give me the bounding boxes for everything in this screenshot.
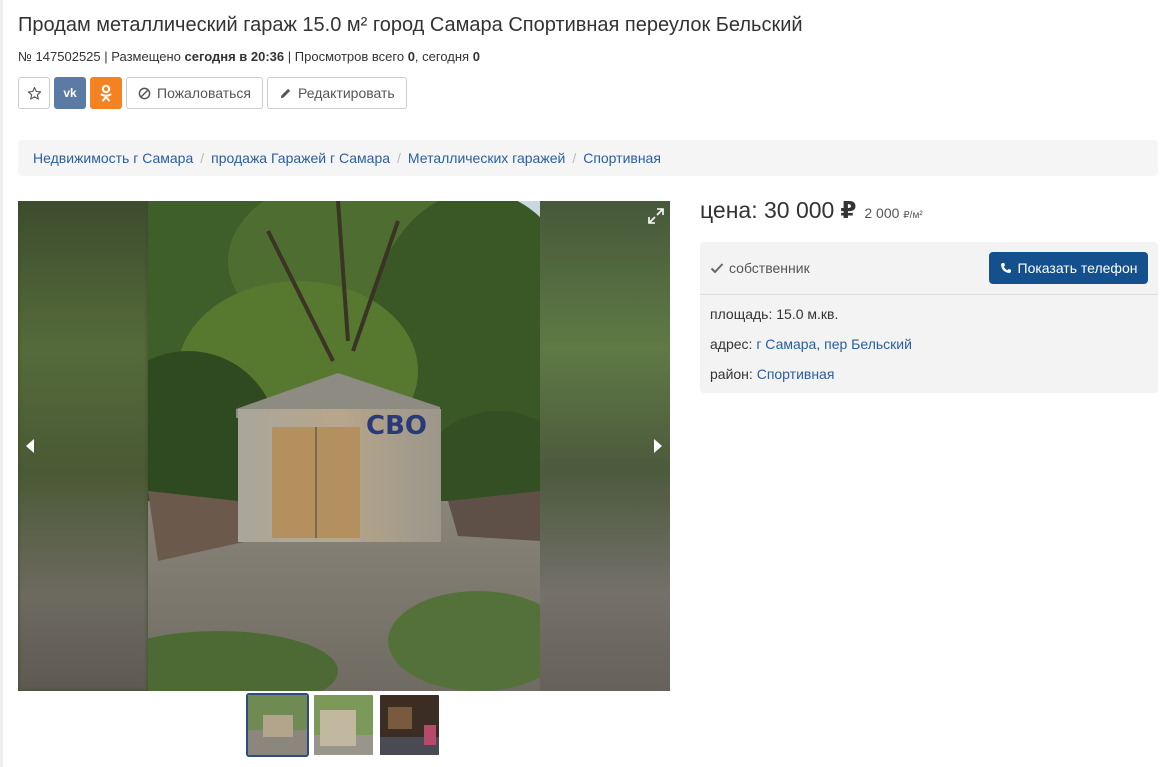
caret-left-icon	[26, 439, 34, 453]
seller-row: собственник Показать телефон	[700, 242, 1158, 295]
edit-label: Редактировать	[298, 85, 395, 101]
vk-share-button[interactable]: vk	[54, 77, 86, 109]
thumbnail-strip	[246, 693, 441, 757]
price-value: 30 000	[763, 197, 835, 223]
thumbnail-3[interactable]	[378, 693, 441, 757]
price-per-m2-value: 2 000	[864, 205, 900, 221]
vk-label: vk	[63, 86, 77, 100]
price-per-m2-unit: /м²	[909, 210, 923, 221]
ban-icon	[138, 87, 151, 99]
price-per-m2: 2 000 ₽/м²	[864, 205, 922, 221]
favorite-button[interactable]	[18, 77, 50, 109]
breadcrumb-item-district[interactable]: Спортивная	[583, 150, 661, 166]
page-title: Продам металлический гараж 15.0 м² город…	[18, 14, 803, 36]
photo-gallery[interactable]: СВО	[18, 201, 670, 691]
show-phone-button[interactable]: Показать телефон	[989, 252, 1148, 284]
address-row: адрес: г Самара, пер Бельский	[710, 335, 1148, 365]
views-label: Просмотров всего	[294, 49, 405, 64]
star-icon	[27, 86, 41, 100]
area-label: площадь:	[710, 306, 773, 322]
district-link[interactable]: Спортивная	[757, 366, 835, 382]
price-currency: ₽	[840, 197, 857, 223]
breadcrumb-item-garages-sale[interactable]: продажа Гаражей г Самара	[211, 150, 390, 166]
price-label: цена:	[700, 197, 758, 223]
thumbnail-photo	[248, 695, 307, 755]
property-list: площадь: 15.0 м.кв. адрес: г Самара, пер…	[700, 295, 1158, 395]
area-value: 15.0 м.кв.	[776, 306, 839, 322]
seller-type: собственник	[710, 260, 810, 276]
address-city-link[interactable]: г Самара	[756, 336, 816, 352]
breadcrumb-item-realty[interactable]: Недвижимость г Самара	[33, 150, 193, 166]
listing-actions: vk Пожаловаться Редактировать	[18, 77, 407, 109]
address-separator: ,	[816, 336, 825, 352]
area-row: площадь: 15.0 м.кв.	[710, 305, 1148, 335]
price-block: цена: 30 000 ₽ 2 000 ₽/м²	[700, 197, 923, 224]
details-card: собственник Показать телефон площадь: 15…	[700, 242, 1158, 393]
breadcrumb-separator: /	[572, 150, 577, 166]
breadcrumb-separator: /	[200, 150, 205, 166]
pencil-icon	[280, 88, 291, 98]
complain-button[interactable]: Пожаловаться	[126, 77, 264, 109]
fullscreen-button[interactable]	[648, 208, 664, 224]
graffiti-text: СВО	[366, 411, 427, 441]
gallery-prev-button[interactable]	[20, 436, 40, 456]
edit-button[interactable]: Редактировать	[267, 77, 407, 109]
check-icon	[710, 263, 724, 274]
thumbnail-1[interactable]	[246, 693, 309, 757]
thumbnail-2[interactable]	[312, 693, 375, 757]
posted-value: сегодня в 20:36	[184, 49, 285, 64]
address-street-link[interactable]: пер Бельский	[824, 336, 912, 352]
complain-label: Пожаловаться	[157, 85, 252, 101]
main-photo: СВО	[148, 201, 540, 691]
phone-icon	[1000, 263, 1011, 273]
posted-label: Размещено	[111, 49, 181, 64]
breadcrumb: Недвижимость г Самара / продажа Гаражей …	[18, 140, 1158, 176]
breadcrumb-separator: /	[397, 150, 401, 166]
views-total: 0	[407, 49, 415, 64]
odnoklassniki-icon	[100, 84, 112, 102]
expand-icon	[648, 208, 664, 224]
district-label: район:	[710, 366, 753, 382]
seller-type-label: собственник	[729, 260, 810, 276]
listing-id: № 147502525	[18, 49, 101, 64]
views-today-label: сегодня	[422, 49, 470, 64]
views-today: 0	[472, 49, 480, 64]
gallery-next-button[interactable]	[648, 436, 668, 456]
thumbnail-photo	[314, 695, 373, 755]
left-edge-border	[0, 0, 3, 767]
ok-share-button[interactable]	[90, 77, 122, 109]
breadcrumb-item-metal-garages[interactable]: Металлических гаражей	[408, 150, 565, 166]
district-row: район: Спортивная	[710, 365, 1148, 395]
show-phone-label: Показать телефон	[1017, 260, 1138, 276]
listing-meta: № 147502525 | Размещено сегодня в 20:36 …	[18, 49, 480, 64]
thumbnail-photo	[380, 695, 439, 755]
address-label: адрес:	[710, 336, 753, 352]
caret-right-icon	[654, 439, 662, 453]
